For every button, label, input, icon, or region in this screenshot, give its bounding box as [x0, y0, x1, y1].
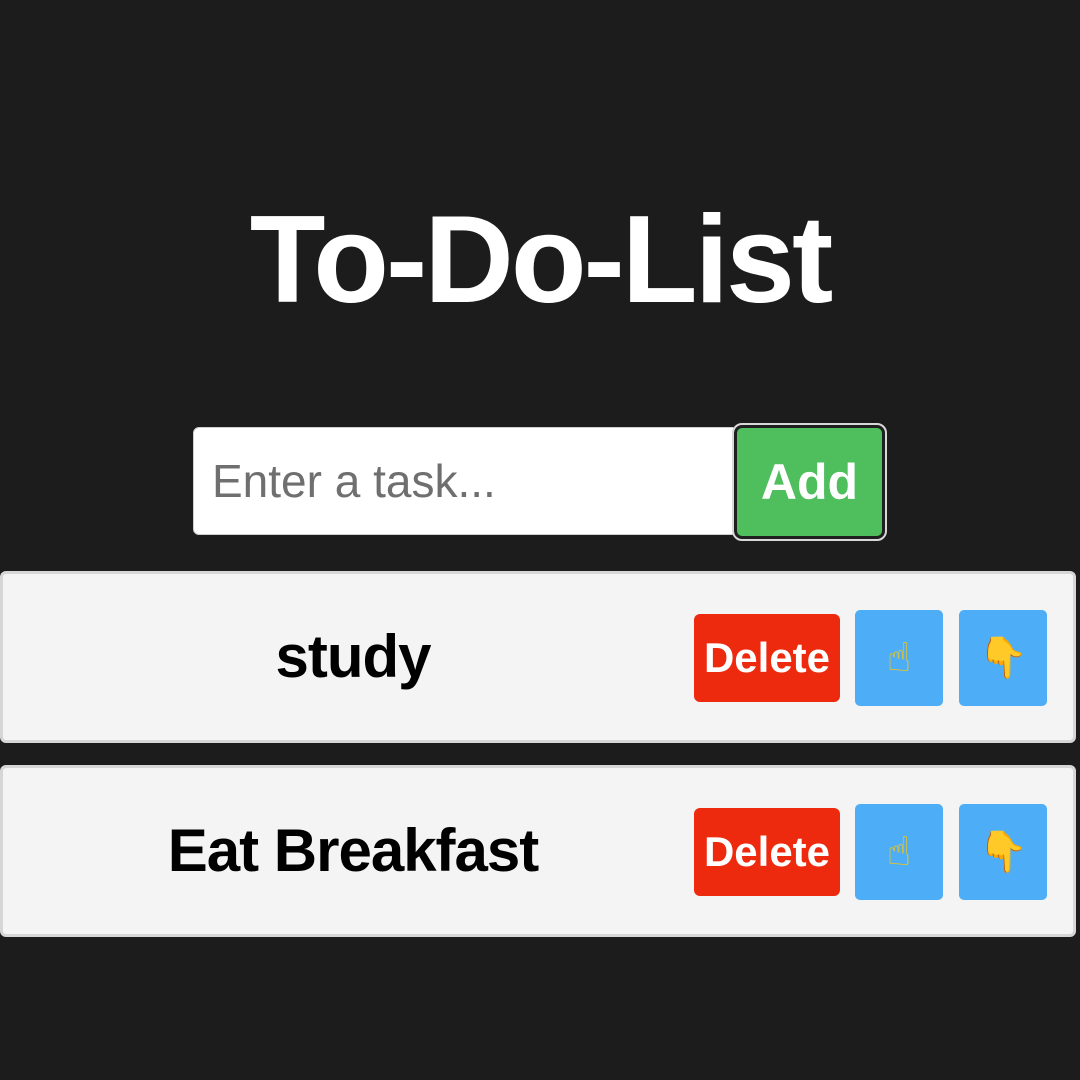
task-item: study Delete ☝ 👇: [0, 571, 1076, 743]
add-button[interactable]: Add: [732, 423, 887, 541]
move-down-button[interactable]: 👇: [959, 610, 1047, 706]
delete-button[interactable]: Delete: [694, 808, 840, 896]
move-up-button[interactable]: ☝: [855, 610, 943, 706]
task-text: study: [275, 623, 431, 690]
delete-button[interactable]: Delete: [694, 614, 840, 702]
add-task-form: Add: [193, 423, 887, 541]
task-input[interactable]: [193, 427, 738, 535]
pointing-up-icon: ☝: [886, 829, 912, 875]
move-down-button[interactable]: 👇: [959, 804, 1047, 900]
move-up-button[interactable]: ☝: [855, 804, 943, 900]
pointing-up-icon: ☝: [886, 635, 912, 681]
task-item: Eat Breakfast Delete ☝ 👇: [0, 765, 1076, 937]
page-title: To-Do-List: [249, 191, 834, 329]
pointing-down-icon: 👇: [978, 829, 1028, 875]
todo-app: To-Do-List Add study Delete ☝ 👇 Eat Brea…: [0, 0, 1080, 1080]
task-text: Eat Breakfast: [167, 817, 540, 884]
pointing-down-icon: 👇: [978, 635, 1028, 681]
